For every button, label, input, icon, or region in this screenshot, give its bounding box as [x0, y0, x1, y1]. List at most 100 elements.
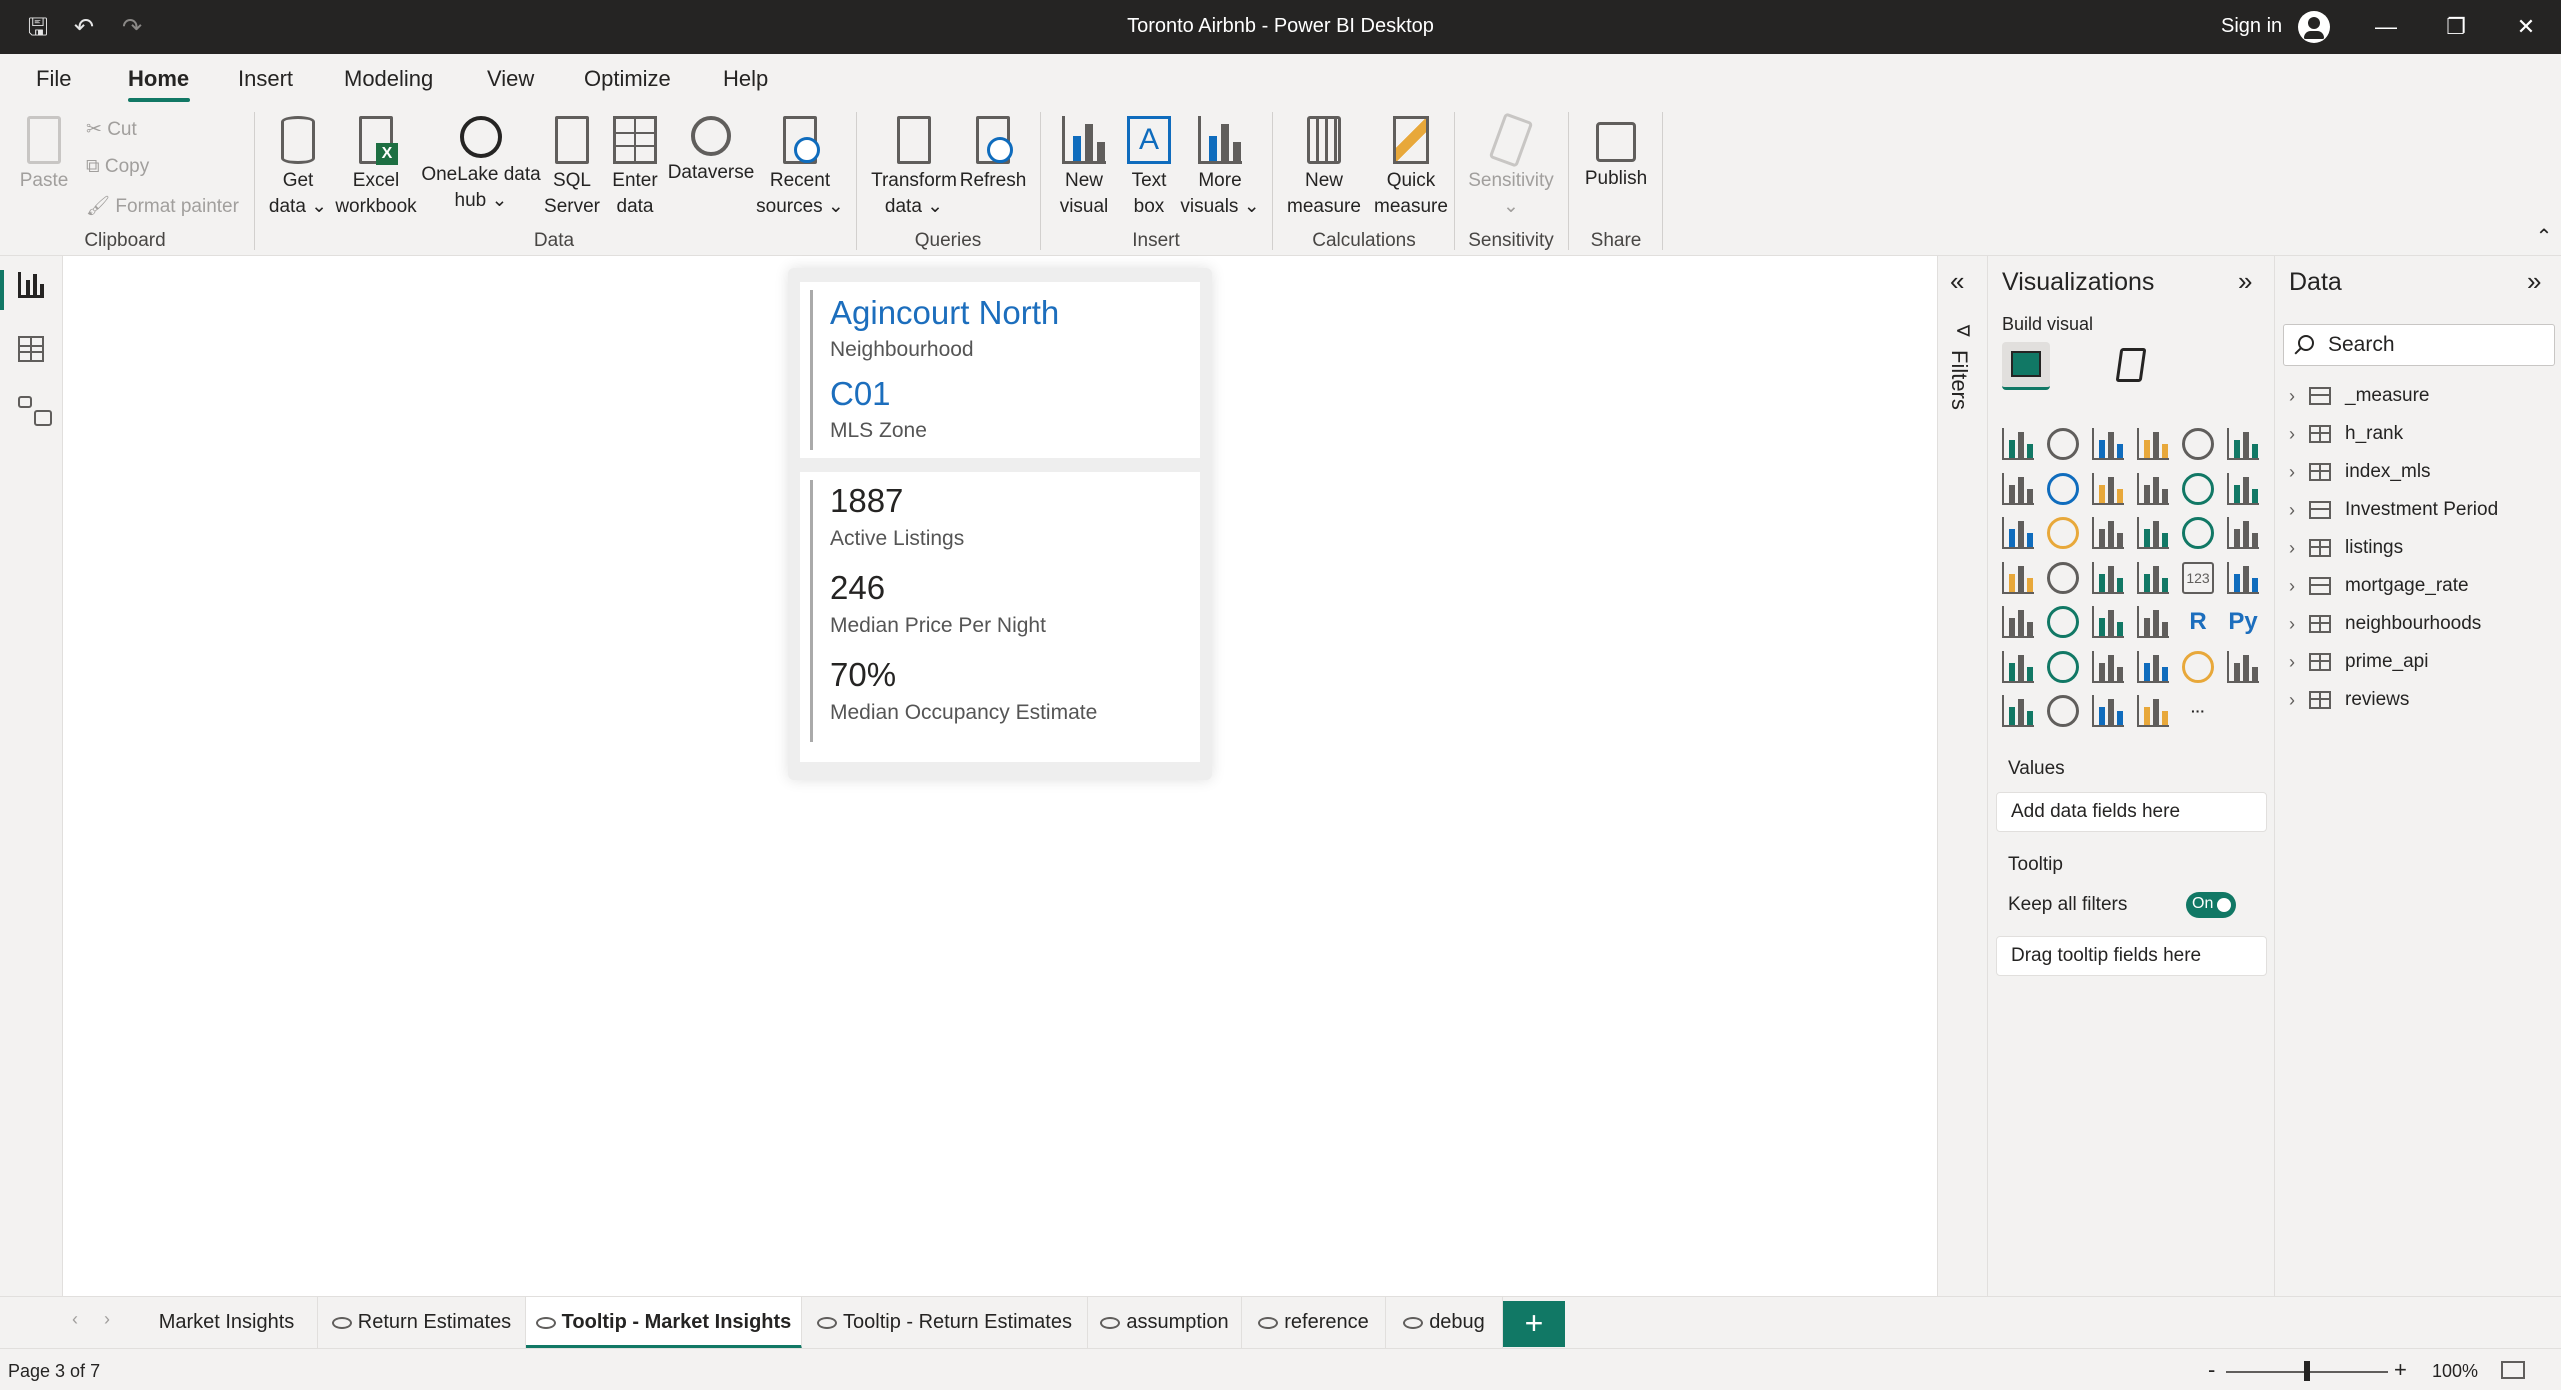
- report-view-icon[interactable]: [18, 272, 44, 298]
- menu-home[interactable]: Home: [128, 66, 189, 92]
- line-column-visual-icon[interactable]: [2137, 472, 2169, 505]
- waterfall-visual-icon[interactable]: [2002, 517, 2034, 549]
- funnel-visual-icon[interactable]: [2047, 517, 2079, 549]
- expand-chevron-icon[interactable]: ›: [2289, 424, 2295, 445]
- azure-map-visual-icon[interactable]: [2092, 561, 2124, 594]
- sql-server-button[interactable]: SQL Server: [540, 116, 604, 220]
- zoom-in-button[interactable]: +: [2394, 1357, 2407, 1383]
- fit-to-page-icon[interactable]: [2501, 1361, 2525, 1379]
- restore-button[interactable]: ❐: [2436, 10, 2476, 44]
- enter-data-button[interactable]: Enter data: [602, 116, 668, 220]
- add-page-button[interactable]: +: [1503, 1301, 1565, 1347]
- clustered-column-visual-icon[interactable]: [2047, 428, 2079, 460]
- expand-chevron-icon[interactable]: ›: [2289, 652, 2295, 673]
- expand-chevron-icon[interactable]: ›: [2289, 576, 2295, 597]
- goals-visual-icon[interactable]: [2182, 650, 2214, 683]
- format-visual-tab[interactable]: [2106, 342, 2154, 390]
- 100-column-visual-icon[interactable]: [2227, 428, 2259, 460]
- onelake-hub-button[interactable]: OneLake data hub ⌄: [418, 116, 544, 214]
- new-visual-button[interactable]: New visual: [1048, 116, 1120, 220]
- model-view-icon[interactable]: [18, 396, 52, 426]
- kpi-card[interactable]: 1887 Active Listings 246 Median Price Pe…: [800, 472, 1200, 762]
- map-visual-icon[interactable]: [2002, 561, 2034, 594]
- page-tab[interactable]: debug: [1386, 1297, 1503, 1349]
- smart-narrative-visual-icon[interactable]: [2137, 650, 2169, 683]
- stacked-column-visual-icon[interactable]: [2137, 428, 2169, 460]
- matrix-visual-icon[interactable]: [2137, 606, 2169, 638]
- page-tab[interactable]: reference: [1242, 1297, 1386, 1349]
- next-page-icon[interactable]: ›: [104, 1309, 110, 1330]
- minimize-button[interactable]: —: [2366, 10, 2406, 44]
- expand-chevron-icon[interactable]: ›: [2289, 462, 2295, 483]
- python-visual-visual-icon[interactable]: Py: [2227, 606, 2259, 638]
- collapse-filters-icon[interactable]: «: [1950, 266, 1964, 297]
- power-automate-visual-icon[interactable]: [2047, 695, 2079, 727]
- expand-chevron-icon[interactable]: ›: [2289, 386, 2295, 407]
- page-tab[interactable]: Return Estimates: [318, 1297, 526, 1349]
- zoom-out-button[interactable]: -: [2208, 1357, 2215, 1383]
- card-visual-icon[interactable]: 123: [2182, 561, 2214, 594]
- sign-in-link[interactable]: Sign in: [2221, 15, 2282, 38]
- tooltip-fields-well[interactable]: Drag tooltip fields here: [1996, 936, 2267, 976]
- page-tab[interactable]: Tooltip - Market Insights: [526, 1297, 802, 1349]
- get-data-button[interactable]: Get data ⌄: [262, 116, 334, 220]
- line-visual-icon[interactable]: [2002, 472, 2034, 505]
- menu-insert[interactable]: Insert: [238, 66, 293, 92]
- menu-help[interactable]: Help: [723, 66, 768, 92]
- expand-data-icon[interactable]: »: [2527, 266, 2541, 297]
- more-visuals-button[interactable]: More visuals ⌄: [1180, 116, 1260, 220]
- filled-map-visual-icon[interactable]: [2047, 561, 2079, 594]
- values-well[interactable]: Add data fields here: [1996, 792, 2267, 832]
- zoom-percentage[interactable]: 100%: [2432, 1361, 2478, 1382]
- new-measure-button[interactable]: New measure: [1280, 116, 1368, 220]
- refresh-button[interactable]: Refresh: [956, 116, 1030, 194]
- copy-button[interactable]: ⧉ Copy: [86, 156, 149, 178]
- ribbon-visual-icon[interactable]: [2227, 472, 2259, 505]
- text-box-button[interactable]: A Text box: [1118, 116, 1180, 220]
- r-visual-visual-icon[interactable]: R: [2182, 606, 2214, 638]
- clustered-bar-visual-icon[interactable]: [2092, 428, 2124, 460]
- chevron-visual-visual-icon[interactable]: [2137, 695, 2169, 727]
- table-view-icon[interactable]: [18, 336, 44, 362]
- publish-button[interactable]: Publish: [1576, 116, 1656, 192]
- paginated-visual-icon[interactable]: [2227, 650, 2259, 683]
- format-painter-button[interactable]: 🖌 Format painter: [86, 194, 239, 218]
- scatter-visual-icon[interactable]: [2092, 517, 2124, 549]
- table-visual-icon[interactable]: [2092, 606, 2124, 638]
- expand-chevron-icon[interactable]: ›: [2289, 614, 2295, 635]
- area-visual-icon[interactable]: [2047, 472, 2079, 505]
- decomposition-tree-visual-icon[interactable]: [2047, 650, 2079, 683]
- tooltip-visual-container[interactable]: Agincourt North Neighbourhood C01 MLS Zo…: [788, 268, 1212, 780]
- 100-bar-visual-icon[interactable]: [2182, 428, 2214, 460]
- menu-optimize[interactable]: Optimize: [584, 66, 671, 92]
- donut-visual-icon[interactable]: [2182, 517, 2214, 549]
- treemap-visual-icon[interactable]: [2227, 517, 2259, 549]
- stacked-bar-visual-icon[interactable]: [2002, 428, 2034, 460]
- expand-chevron-icon[interactable]: ›: [2289, 538, 2295, 559]
- kpi-visual-icon[interactable]: [2002, 606, 2034, 638]
- transform-data-button[interactable]: Transform data ⌄: [864, 116, 964, 220]
- location-card[interactable]: Agincourt North Neighbourhood C01 MLS Zo…: [800, 282, 1200, 458]
- build-visual-tab[interactable]: [2002, 342, 2050, 390]
- gauge-visual-icon[interactable]: [2137, 561, 2169, 594]
- dataverse-button[interactable]: Dataverse: [666, 116, 756, 186]
- pie-visual-icon[interactable]: [2137, 517, 2169, 549]
- excel-workbook-button[interactable]: Excel workbook: [330, 116, 422, 220]
- cut-button[interactable]: ✂ Cut: [86, 118, 137, 141]
- qna-visual-icon[interactable]: [2092, 650, 2124, 683]
- expand-visualizations-icon[interactable]: »: [2238, 266, 2252, 297]
- multi-row-card-visual-icon[interactable]: [2227, 561, 2259, 594]
- menu-view[interactable]: View: [487, 66, 534, 92]
- diamond-visual-visual-icon[interactable]: [2092, 695, 2124, 727]
- data-search-input[interactable]: Search: [2283, 324, 2555, 366]
- filters-label[interactable]: Filters: [1946, 350, 1972, 410]
- expand-chevron-icon[interactable]: ›: [2289, 500, 2295, 521]
- prev-page-icon[interactable]: ‹: [72, 1309, 78, 1330]
- page-tab[interactable]: assumption: [1088, 1297, 1242, 1349]
- recent-sources-button[interactable]: Recent sources ⌄: [754, 116, 846, 220]
- zoom-slider-thumb[interactable]: [2304, 1361, 2310, 1381]
- menu-file[interactable]: File: [36, 66, 71, 92]
- page-tab[interactable]: Market Insights: [136, 1297, 318, 1349]
- filters-pane-collapsed[interactable]: « ⊲ Filters: [1937, 256, 1987, 1296]
- avatar-icon[interactable]: [2298, 11, 2330, 43]
